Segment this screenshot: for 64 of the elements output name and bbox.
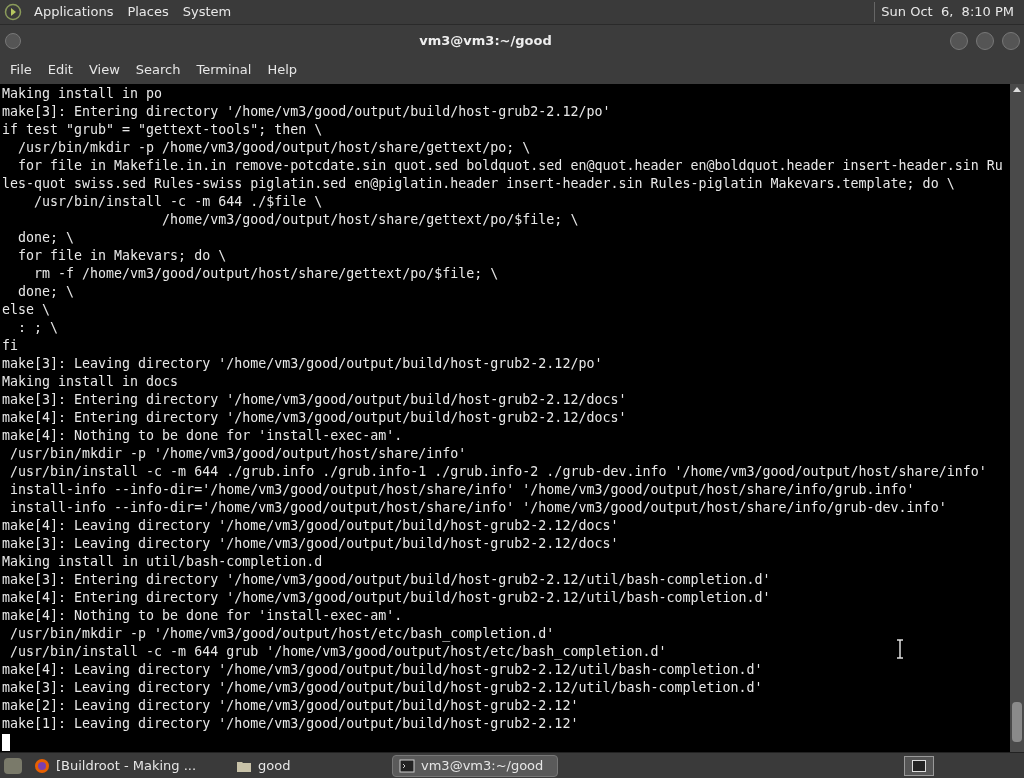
terminal-line: Making install in po — [2, 85, 163, 103]
terminal-line: make[4]: Leaving directory '/home/vm3/good/output/build/host-grub2-2.12/docs' — [2, 517, 619, 535]
scrollbar-thumb[interactable] — [1012, 702, 1022, 742]
terminal-line: : ; \ — [17, 319, 59, 337]
window-title: vm3@vm3:~/good — [418, 31, 553, 50]
terminal-line: rm -f /home/vm3/good/output/host/share/gettext/po/$file; \ — [33, 265, 499, 283]
minimize-button[interactable] — [950, 31, 968, 50]
terminal-line: make[3]: Entering directory '/home/vm3/good/output/build/host-grub2-2.12/util/bash-completion.d' — [2, 571, 771, 589]
menu-item[interactable]: Help — [259, 60, 306, 80]
terminal-line: for file in Makevars; do \ — [17, 247, 227, 265]
terminal-line: done; \ — [17, 229, 75, 247]
terminal-line: /home/vm3/good/output/host/share/gettext/po/$file; \ — [161, 211, 579, 229]
terminal-line: /usr/bin/mkdir -p /home/vm3/good/output/host/share/gettext/po; \ — [17, 139, 531, 157]
terminal-line: make[4]: Entering directory '/home/vm3/good/output/build/host-grub2-2.12/docs' — [2, 409, 627, 427]
show-desktop-icon[interactable] — [4, 757, 22, 774]
terminal-line: make[3]: Entering directory '/home/vm3/good/output/build/host-grub2-2.12/po' — [2, 103, 611, 121]
menu-item[interactable]: Edit — [39, 60, 81, 80]
menu-item[interactable]: Terminal — [188, 60, 260, 80]
panel-menu[interactable]: System — [180, 2, 234, 22]
terminal-line: make[3]: Leaving directory '/home/vm3/good/output/build/host-grub2-2.12/po' — [2, 355, 603, 373]
terminal-line: les-quot swiss.sed Rules-swiss piglatin.sed en@piglatin.header insert-header.sin Rules-piglatin Makevars.template; do \ — [2, 175, 955, 193]
terminal-line: make[3]: Entering directory '/home/vm3/good/output/build/host-grub2-2.12/docs' — [2, 391, 627, 409]
terminal-line: make[4]: Leaving directory '/home/vm3/good/output/build/host-grub2-2.12/util/bash-completion.d' — [2, 661, 763, 679]
terminal-line: /usr/bin/install -c -m 644 ./grub.info ./grub.info-1 ./grub.info-2 ./grub-dev.info '/home/vm3/good/output/host/share/info' — [9, 463, 987, 481]
window-menu-icon[interactable] — [5, 32, 21, 49]
close-button[interactable] — [1002, 31, 1020, 50]
terminal-icon — [399, 757, 415, 774]
terminal-line: /usr/bin/mkdir -p '/home/vm3/good/output/host/share/info' — [9, 445, 467, 463]
terminal-line: make[4]: Nothing to be done for 'install-exec-am'. — [2, 427, 403, 445]
terminal-line: make[1]: Leaving directory '/home/vm3/good/output/build/host-grub2-2.12' — [2, 715, 579, 733]
terminal-line: for file in Makefile.in.in remove-potcdate.sin quot.sed boldquot.sed en@quot.header en@boldquot.header insert-header.sin Ru — [17, 157, 1003, 175]
menu-item[interactable]: Search — [127, 60, 189, 80]
terminal-line: make[3]: Leaving directory '/home/vm3/good/output/build/host-grub2-2.12/docs' — [2, 535, 619, 553]
terminal-line: /usr/bin/install -c -m 644 grub '/home/vm3/good/output/host/etc/bash_completion.d' — [9, 643, 667, 661]
panel-menu[interactable]: Applications — [32, 2, 116, 22]
terminal-line: done; \ — [17, 283, 75, 301]
terminal-line: install-info --info-dir='/home/vm3/good/output/host/share/info' '/home/vm3/good/output/host/share/info/grub-dev.info' — [9, 499, 947, 517]
terminal-line: fi — [2, 337, 18, 355]
terminal-icon — [912, 759, 926, 772]
terminal-line: make[2]: Leaving directory '/home/vm3/good/output/build/host-grub2-2.12' — [2, 697, 579, 715]
terminal-line: Making install in util/bash-completion.d — [2, 553, 323, 571]
scroll-up-icon[interactable] — [1013, 87, 1021, 92]
workspace-switcher[interactable] — [904, 755, 934, 776]
scrollbar[interactable] — [1010, 84, 1024, 752]
clock[interactable]: Sun Oct 6, 8:10 PM — [874, 2, 1014, 22]
terminal-line: Making install in docs — [2, 373, 179, 391]
menu-item[interactable]: View — [80, 60, 128, 80]
terminal-line: make[3]: Leaving directory '/home/vm3/good/output/build/host-grub2-2.12/util/bash-completion.d' — [2, 679, 763, 697]
terminal-line: make[4]: Entering directory '/home/vm3/good/output/build/host-grub2-2.12/util/bash-completion.d' — [2, 589, 771, 607]
taskbar-button[interactable]: vm3@vm3:~/good — [392, 754, 558, 777]
taskbar-button[interactable]: [Buildroot - Making ... — [28, 754, 228, 777]
terminal-line: else \ — [2, 301, 51, 319]
terminal-line: install-info --info-dir='/home/vm3/good/output/host/share/info' '/home/vm3/good/output/host/share/info/grub.info' — [9, 481, 915, 499]
text-cursor-icon — [896, 639, 904, 659]
terminal-line: /usr/bin/mkdir -p '/home/vm3/good/output/host/etc/bash_completion.d' — [9, 625, 555, 643]
applications-menu-icon[interactable] — [4, 3, 22, 21]
cursor-block — [2, 733, 10, 751]
panel-menu[interactable]: Places — [125, 2, 171, 22]
terminal-line: if test "grub" = "gettext-tools"; then \ — [2, 121, 323, 139]
maximize-button[interactable] — [976, 31, 994, 50]
taskbar-button[interactable]: good — [230, 754, 390, 777]
menu-item[interactable]: File — [2, 60, 40, 80]
terminal-line: /usr/bin/install -c -m 644 ./$file \ — [33, 193, 323, 211]
terminal-line: make[4]: Nothing to be done for 'install-exec-am'. — [2, 607, 403, 625]
